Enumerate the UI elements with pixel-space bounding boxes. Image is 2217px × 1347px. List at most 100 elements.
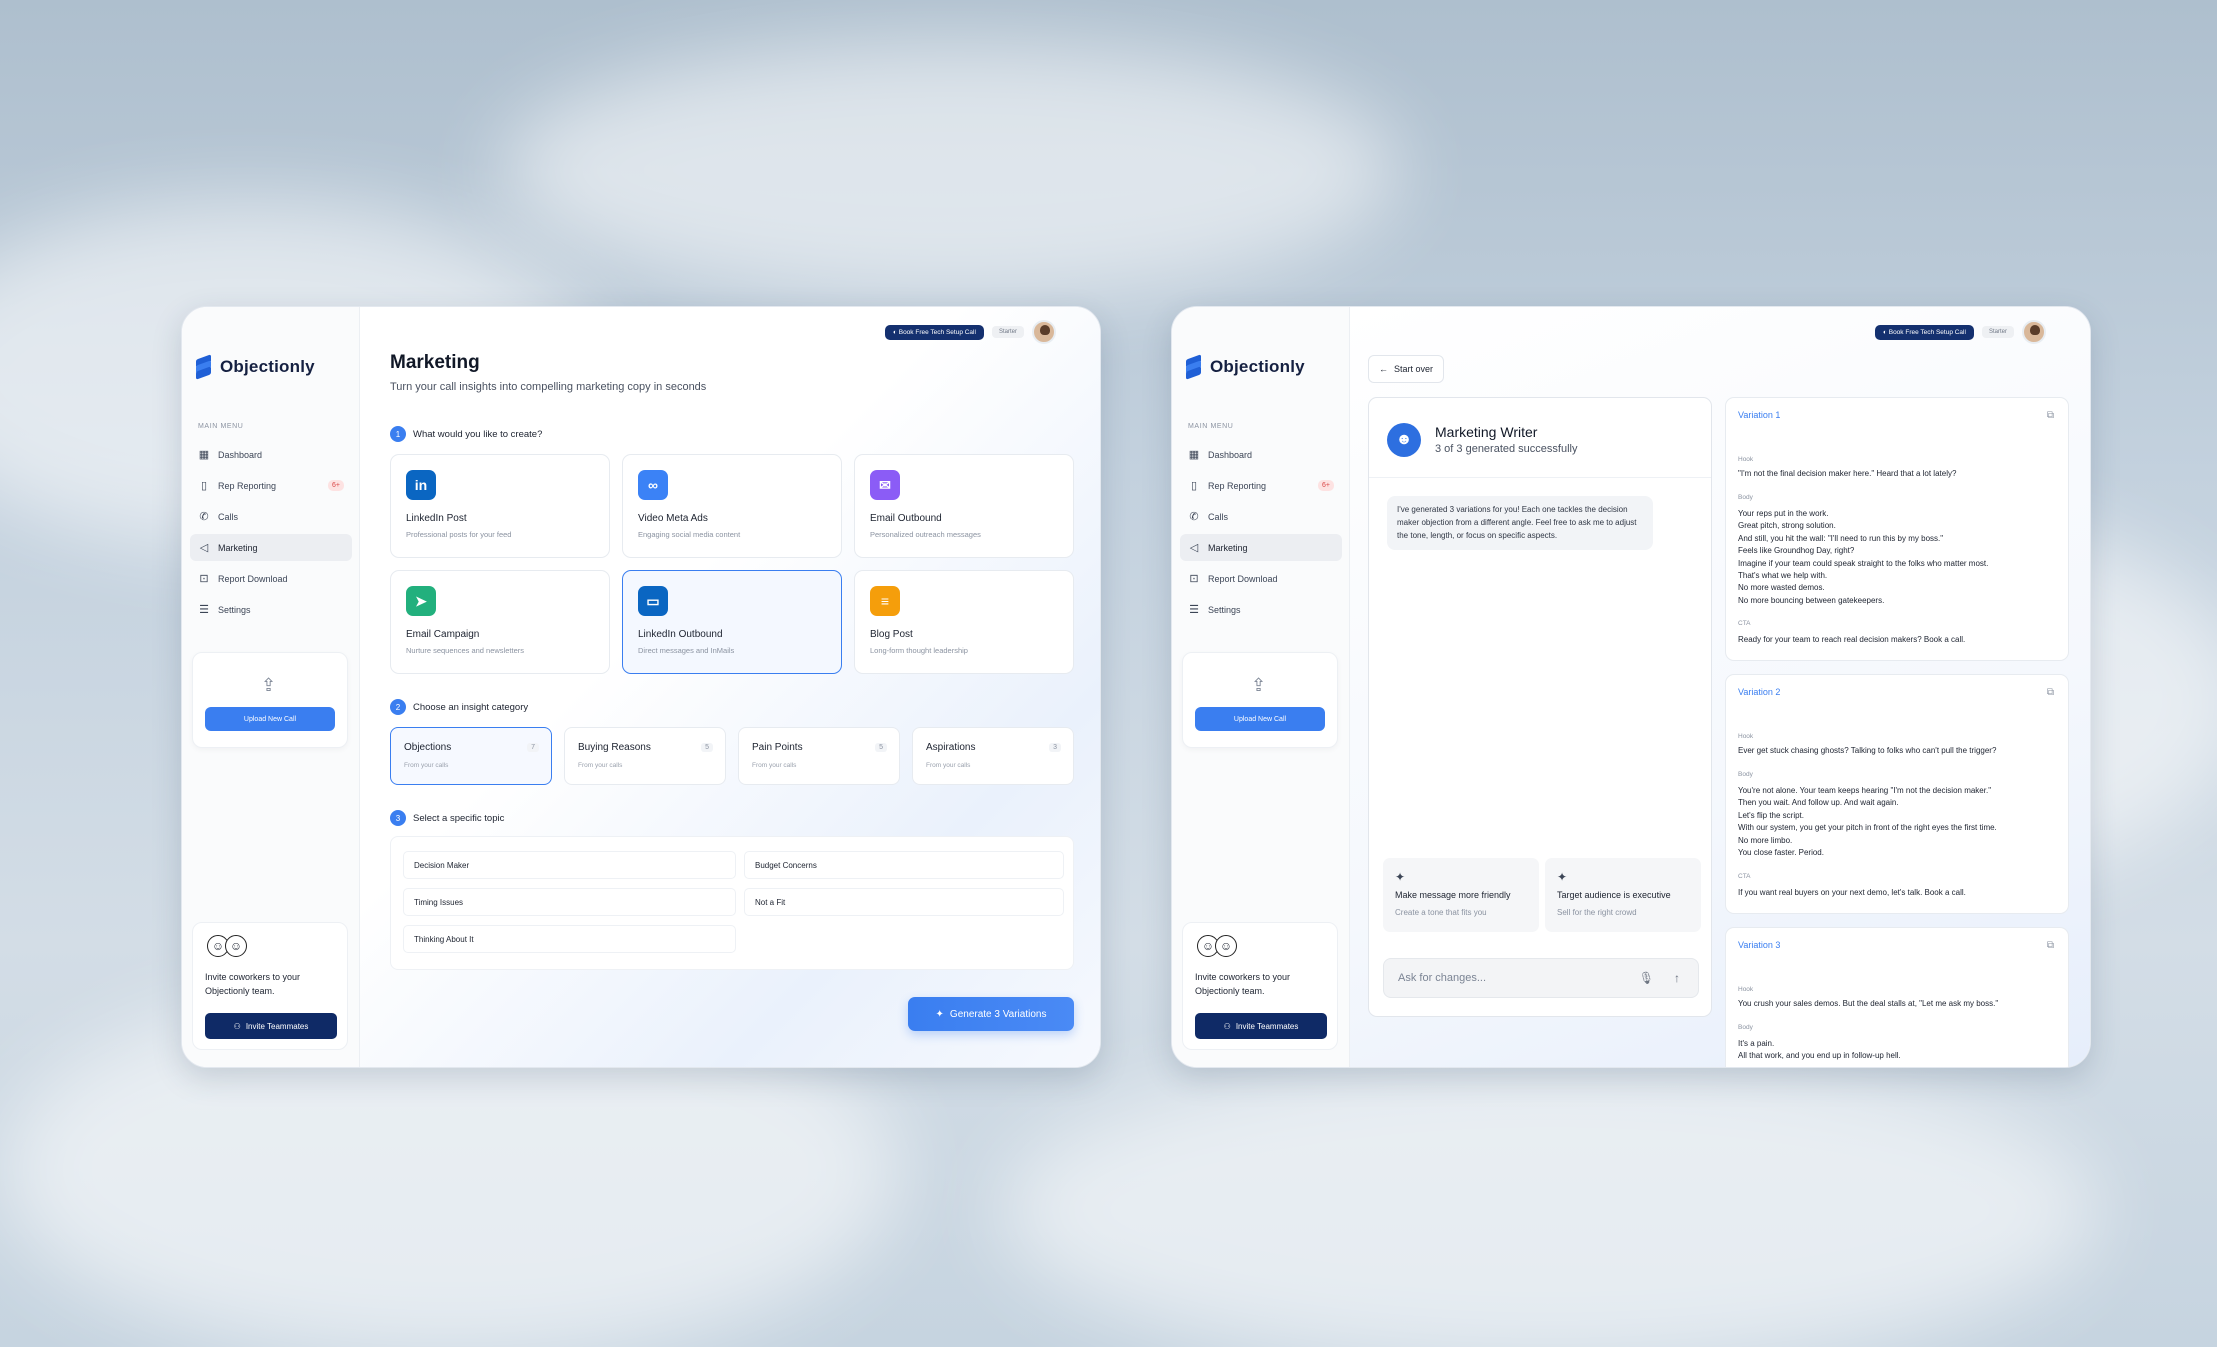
variation-title: Variation 3 [1738, 940, 1781, 950]
sidebar-item-dashboard[interactable]: ▦ Dashboard [1180, 441, 1342, 468]
logo-icon [196, 354, 212, 380]
cloud [1000, 1050, 2100, 1347]
send-icon[interactable]: ↑ [1674, 971, 1680, 985]
sidebar-item-report-download[interactable]: ⊡ Report Download [1180, 565, 1342, 592]
invite-teammates-button[interactable]: ⚇ Invite Teammates [205, 1013, 337, 1039]
topic-not-a-fit[interactable]: Not a Fit [744, 888, 1064, 916]
sidebar-item-calls[interactable]: ✆ Calls [1180, 503, 1342, 530]
sidebar-item-calls[interactable]: ✆ Calls [190, 503, 352, 530]
step-number: 2 [390, 699, 406, 715]
copy-icon[interactable]: ⧉ [2047, 687, 2054, 698]
face-icon: ☺ [1215, 935, 1237, 957]
sidebar-item-rep-reporting[interactable]: ▯ Rep Reporting 6+ [190, 472, 352, 499]
invite-button-label: Invite Teammates [1235, 1021, 1299, 1031]
category-count: 3 [1049, 743, 1061, 752]
category-title: Buying Reasons [578, 742, 651, 753]
logo[interactable]: Objectionly [1186, 354, 1305, 380]
logo-text: Objectionly [220, 357, 315, 376]
upload-new-call-button[interactable]: Upload New Call [205, 707, 335, 731]
sliders-icon: ☰ [1189, 604, 1199, 616]
copy-icon[interactable]: ⧉ [2047, 940, 2054, 951]
category-sub: From your calls [404, 762, 449, 769]
book-call-button[interactable]: ◐ Book Free Tech Setup Call [1875, 324, 1974, 340]
suggestion-executive[interactable]: ✦ Target audience is executive Sell for th… [1545, 858, 1701, 932]
content-card-email-campaign[interactable]: ➤ Email Campaign Nurture sequences and new… [390, 570, 610, 674]
sidebar-item-label: Settings [218, 604, 251, 615]
step-label: Choose an insight category [413, 701, 529, 713]
card-desc: Professional posts for your feed [406, 530, 512, 539]
step-number: 3 [390, 810, 406, 826]
start-over-button[interactable]: ← Start over [1368, 355, 1445, 383]
category-buying-reasons[interactable]: Buying Reasons From your calls 5 [564, 727, 726, 785]
generate-variations-button[interactable]: ✦ Generate 3 Variations [908, 997, 1074, 1031]
chat-panel: ☻ Marketing Writer 3 of 3 generated succ… [1368, 397, 1712, 1017]
upload-new-call-button[interactable]: Upload New Call [1195, 707, 1325, 731]
content-card-blog-post[interactable]: ≡ Blog Post Long-form thought leadership [854, 570, 1074, 674]
sidebar-item-report-download[interactable]: ⊡ Report Download [190, 565, 352, 592]
sidebar-item-dashboard[interactable]: ▦ Dashboard [190, 441, 352, 468]
avatar[interactable] [2021, 320, 2046, 344]
category-pain-points[interactable]: Pain Points From your calls 5 [738, 727, 900, 785]
book-call-button[interactable]: ◐ Book Free Tech Setup Call [885, 324, 984, 340]
main-menu: ▦ Dashboard ▯ Rep Reporting 6+ ✆ Calls ◁ Mark… [1180, 441, 1342, 627]
phone-icon: ✆ [199, 511, 209, 523]
topic-budget-concerns[interactable]: Budget Concerns [744, 851, 1064, 879]
cta-text: Ready for your team to reach real decisi… [1738, 635, 1966, 644]
chat-status: 3 of 3 generated successfully [1435, 443, 1578, 455]
copy-icon[interactable]: ⧉ [2047, 410, 2054, 421]
category-aspirations[interactable]: Aspirations From your calls 3 [912, 727, 1074, 785]
invite-text: Invite coworkers to your Objectionly tea… [1195, 972, 1291, 996]
hook-text: You crush your sales demos. But the deal… [1738, 999, 1999, 1008]
book-icon: ▯ [1190, 480, 1198, 492]
suggestion-friendly[interactable]: ✦ Make message more friendly Create a tone… [1383, 858, 1539, 932]
step-number: 1 [390, 426, 406, 442]
content-card-email-outbound[interactable]: ✉ Email Outbound Personalized outreach mes… [854, 454, 1074, 558]
main-content: ◐ Book Free Tech Setup Call Starter ← Sta… [1350, 307, 2090, 1067]
start-over-label: Start over [1394, 364, 1434, 374]
body-label: Body [1738, 771, 1753, 778]
body-line: With our system, you get your pitch in f… [1738, 823, 1997, 833]
category-objections[interactable]: Objections From your calls 7 [390, 727, 552, 785]
ask-placeholder: Ask for changes... [1398, 972, 1487, 984]
sidebar-item-marketing[interactable]: ◁ Marketing [1180, 534, 1342, 561]
sidebar-item-rep-reporting[interactable]: ▯ Rep Reporting 6+ [1180, 472, 1342, 499]
cta-label: CTA [1738, 873, 1751, 880]
upload-card: ⇪ Upload New Call [192, 652, 348, 748]
sidebar-item-marketing[interactable]: ◁ Marketing [190, 534, 352, 561]
hook-label: Hook [1738, 733, 1754, 740]
phone-icon: ✆ [1189, 511, 1199, 523]
category-title: Aspirations [926, 742, 976, 753]
hook-text: "I'm not the final decision maker here."… [1738, 469, 1957, 478]
variation-title: Variation 2 [1738, 687, 1781, 697]
body-line: No more bouncing between gatekeepers. [1738, 595, 1885, 605]
body-line: Imagine if your team could speak straigh… [1738, 558, 1989, 568]
sidebar-item-settings[interactable]: ☰ Settings [1180, 596, 1342, 623]
ask-input[interactable]: Ask for changes... 🎙 ↑ [1383, 958, 1699, 998]
avatar[interactable] [1031, 320, 1056, 344]
sidebar-item-settings[interactable]: ☰ Settings [190, 596, 352, 623]
sidebar-item-label: Marketing [1208, 542, 1248, 553]
upload-icon: ⇪ [1251, 675, 1267, 695]
content-card-linkedin-post[interactable]: in LinkedIn Post Professional posts for yo… [390, 454, 610, 558]
content-card-linkedin-outbound[interactable]: ▭ LinkedIn Outbound Direct messages and In… [622, 570, 842, 674]
content-card-video-meta-ads[interactable]: ∞ Video Meta Ads Engaging social media con… [622, 454, 842, 558]
card-title: Video Meta Ads [638, 513, 708, 524]
upload-icon: ⇪ [261, 675, 277, 695]
topic-thinking-about-it[interactable]: Thinking About It [403, 925, 736, 953]
microphone-icon[interactable]: 🎙 [1639, 971, 1654, 985]
megaphone-icon: ◁ [199, 542, 209, 554]
topic-timing-issues[interactable]: Timing Issues [403, 888, 736, 916]
suggestion-title: Make message more friendly [1395, 890, 1511, 900]
arrow-left-icon: ← [1379, 364, 1388, 374]
step-3: 3 Select a specific topic [390, 810, 504, 826]
suggestion-desc: Sell for the right crowd [1557, 908, 1637, 917]
card-title: Blog Post [870, 629, 913, 640]
logo[interactable]: Objectionly [196, 354, 315, 380]
document-icon: ≡ [870, 586, 900, 616]
invite-teammates-button[interactable]: ⚇ Invite Teammates [1195, 1013, 1327, 1039]
category-sub: From your calls [926, 762, 971, 769]
topic-decision-maker[interactable]: Decision Maker [403, 851, 736, 879]
generate-label: Generate 3 Variations [949, 1008, 1047, 1020]
sidebar-item-label: Calls [218, 511, 239, 522]
step-1: 1 What would you like to create? [390, 426, 542, 442]
